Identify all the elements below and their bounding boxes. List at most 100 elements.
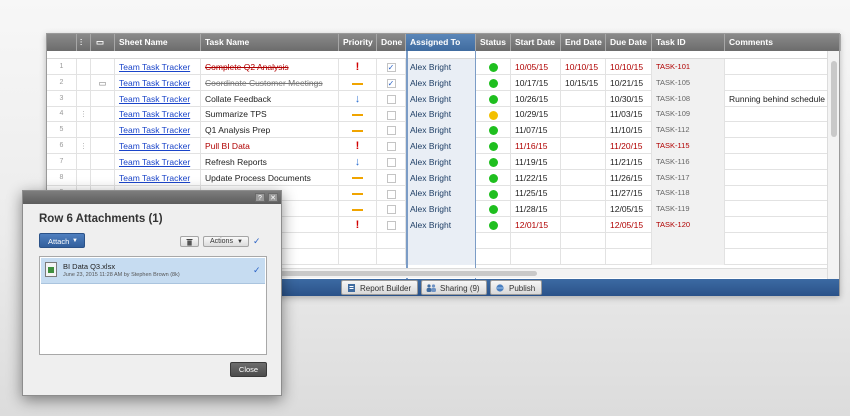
- row-comment[interactable]: [91, 138, 115, 154]
- status-cell[interactable]: [476, 217, 511, 233]
- due-date-cell[interactable]: 11/10/15: [606, 122, 652, 139]
- assigned-to-cell[interactable]: Alex Bright: [406, 90, 476, 107]
- close-icon[interactable]: ✕: [268, 193, 278, 202]
- end-date-cell[interactable]: [561, 248, 606, 265]
- start-date-cell[interactable]: 11/07/15: [511, 122, 561, 139]
- comments-cell[interactable]: [725, 185, 829, 201]
- table-row[interactable]: 5 Team Task Tracker Q1 Analysis Prep Alex B…: [47, 122, 829, 139]
- header-attachment[interactable]: ⫶: [77, 34, 91, 51]
- header-done[interactable]: Done: [377, 34, 406, 51]
- header-priority[interactable]: Priority: [339, 34, 377, 51]
- table-row[interactable]: 1 Team Task Tracker Complete Q2 Analysis! ✓…: [47, 59, 829, 75]
- attachment-item[interactable]: BI Data Q3.xlsx June 23, 2015 11:28 AM b…: [41, 258, 265, 284]
- assigned-to-cell[interactable]: Alex Bright: [406, 153, 476, 170]
- comments-cell[interactable]: [725, 217, 829, 233]
- due-date-cell[interactable]: 10/10/15: [606, 59, 652, 75]
- end-date-cell[interactable]: [561, 232, 606, 249]
- table-row[interactable]: 8 Team Task Tracker Update Process Documen…: [47, 169, 829, 186]
- priority-cell[interactable]: [339, 201, 377, 218]
- status-cell[interactable]: [476, 138, 511, 154]
- start-date-cell[interactable]: 12/01/15: [511, 217, 561, 233]
- checkbox-unchecked[interactable]: [386, 110, 396, 120]
- header-comment[interactable]: ▭: [91, 34, 115, 51]
- vertical-scroll-thumb[interactable]: [831, 61, 837, 137]
- status-cell[interactable]: [476, 153, 511, 170]
- priority-cell[interactable]: ↓: [339, 90, 377, 107]
- checkbox-unchecked[interactable]: [386, 158, 396, 168]
- sheet-name-link[interactable]: Team Task Tracker: [115, 90, 201, 107]
- assigned-to-cell[interactable]: Alex Bright: [406, 169, 476, 186]
- priority-cell[interactable]: !: [339, 59, 377, 75]
- checkbox-unchecked[interactable]: [386, 126, 396, 136]
- status-cell[interactable]: [476, 232, 511, 249]
- checkbox-unchecked[interactable]: [386, 205, 396, 215]
- row-comment[interactable]: [91, 153, 115, 170]
- help-icon[interactable]: ?: [255, 193, 265, 202]
- status-cell[interactable]: [476, 248, 511, 265]
- status-cell[interactable]: [476, 201, 511, 218]
- status-cell[interactable]: [476, 106, 511, 123]
- row-comment[interactable]: [91, 59, 115, 75]
- status-cell[interactable]: [476, 90, 511, 107]
- sheet-name-link[interactable]: Team Task Tracker: [115, 74, 201, 91]
- assigned-to-cell[interactable]: [406, 232, 476, 249]
- comments-cell[interactable]: [725, 201, 829, 217]
- close-button[interactable]: Close: [230, 362, 267, 377]
- report-builder-button[interactable]: Report Builder: [341, 280, 419, 295]
- attach-button[interactable]: Attach ▼: [39, 233, 85, 248]
- assigned-to-cell[interactable]: Alex Bright: [406, 138, 476, 154]
- table-row[interactable]: 6 ⫶ Team Task Tracker Pull BI Data! Alex Bri…: [47, 138, 829, 154]
- paperclip-icon[interactable]: ⫶: [82, 141, 84, 151]
- actions-dropdown[interactable]: Actions ▼: [203, 236, 249, 247]
- task-name-cell[interactable]: Complete Q2 Analysis: [201, 59, 339, 75]
- done-cell[interactable]: [377, 153, 406, 170]
- table-row[interactable]: 7 Team Task Tracker Refresh Reports ↓ Alex B…: [47, 153, 829, 170]
- sheet-name-link[interactable]: Team Task Tracker: [115, 153, 201, 170]
- due-date-cell[interactable]: [606, 232, 652, 249]
- dialog-titlebar[interactable]: ? ✕: [23, 191, 281, 204]
- task-name-cell[interactable]: Collate Feedback: [201, 90, 339, 107]
- sheet-name-link[interactable]: Team Task Tracker: [115, 106, 201, 123]
- start-date-cell[interactable]: 10/17/15: [511, 74, 561, 91]
- comments-cell[interactable]: [725, 106, 829, 122]
- assigned-to-cell[interactable]: Alex Bright: [406, 59, 476, 75]
- vertical-scrollbar[interactable]: [827, 51, 839, 279]
- priority-cell[interactable]: [339, 185, 377, 202]
- end-date-cell[interactable]: 10/15/15: [561, 74, 606, 91]
- done-cell[interactable]: [377, 248, 406, 265]
- start-date-cell[interactable]: 11/19/15: [511, 153, 561, 170]
- sheet-name-link[interactable]: Team Task Tracker: [115, 138, 201, 154]
- end-date-cell[interactable]: [561, 138, 606, 154]
- table-row[interactable]: 4 ⫶ Team Task Tracker Summarize TPS Alex Bri…: [47, 106, 829, 123]
- sheet-name-link[interactable]: Team Task Tracker: [115, 59, 201, 75]
- header-status[interactable]: Status: [476, 34, 511, 51]
- assigned-to-cell[interactable]: [406, 248, 476, 265]
- checkbox-unchecked[interactable]: [386, 221, 396, 231]
- done-cell[interactable]: [377, 185, 406, 202]
- end-date-cell[interactable]: [561, 153, 606, 170]
- due-date-cell[interactable]: 11/27/15: [606, 185, 652, 202]
- assigned-to-cell[interactable]: Alex Bright: [406, 201, 476, 218]
- row-attachment[interactable]: [77, 153, 91, 170]
- priority-cell[interactable]: [339, 248, 377, 265]
- comments-cell[interactable]: [725, 59, 829, 75]
- task-name-cell[interactable]: Pull BI Data: [201, 138, 339, 154]
- priority-cell[interactable]: [339, 232, 377, 249]
- assigned-to-cell[interactable]: Alex Bright: [406, 106, 476, 123]
- select-all-checkbox[interactable]: ✓: [253, 236, 261, 247]
- due-date-cell[interactable]: 10/30/15: [606, 90, 652, 107]
- status-cell[interactable]: [476, 122, 511, 139]
- publish-button[interactable]: Publish: [490, 280, 543, 295]
- priority-cell[interactable]: ↓: [339, 153, 377, 170]
- attachment-checkbox[interactable]: ✓: [253, 265, 261, 276]
- done-cell[interactable]: [377, 169, 406, 186]
- end-date-cell[interactable]: [561, 90, 606, 107]
- comments-cell[interactable]: [725, 170, 829, 186]
- done-cell[interactable]: [377, 232, 406, 249]
- comments-cell[interactable]: [725, 122, 829, 138]
- header-sheet-name[interactable]: Sheet Name: [115, 34, 201, 51]
- status-cell[interactable]: [476, 74, 511, 91]
- start-date-cell[interactable]: 11/16/15: [511, 138, 561, 154]
- assigned-to-cell[interactable]: Alex Bright: [406, 122, 476, 139]
- row-attachment[interactable]: [77, 169, 91, 186]
